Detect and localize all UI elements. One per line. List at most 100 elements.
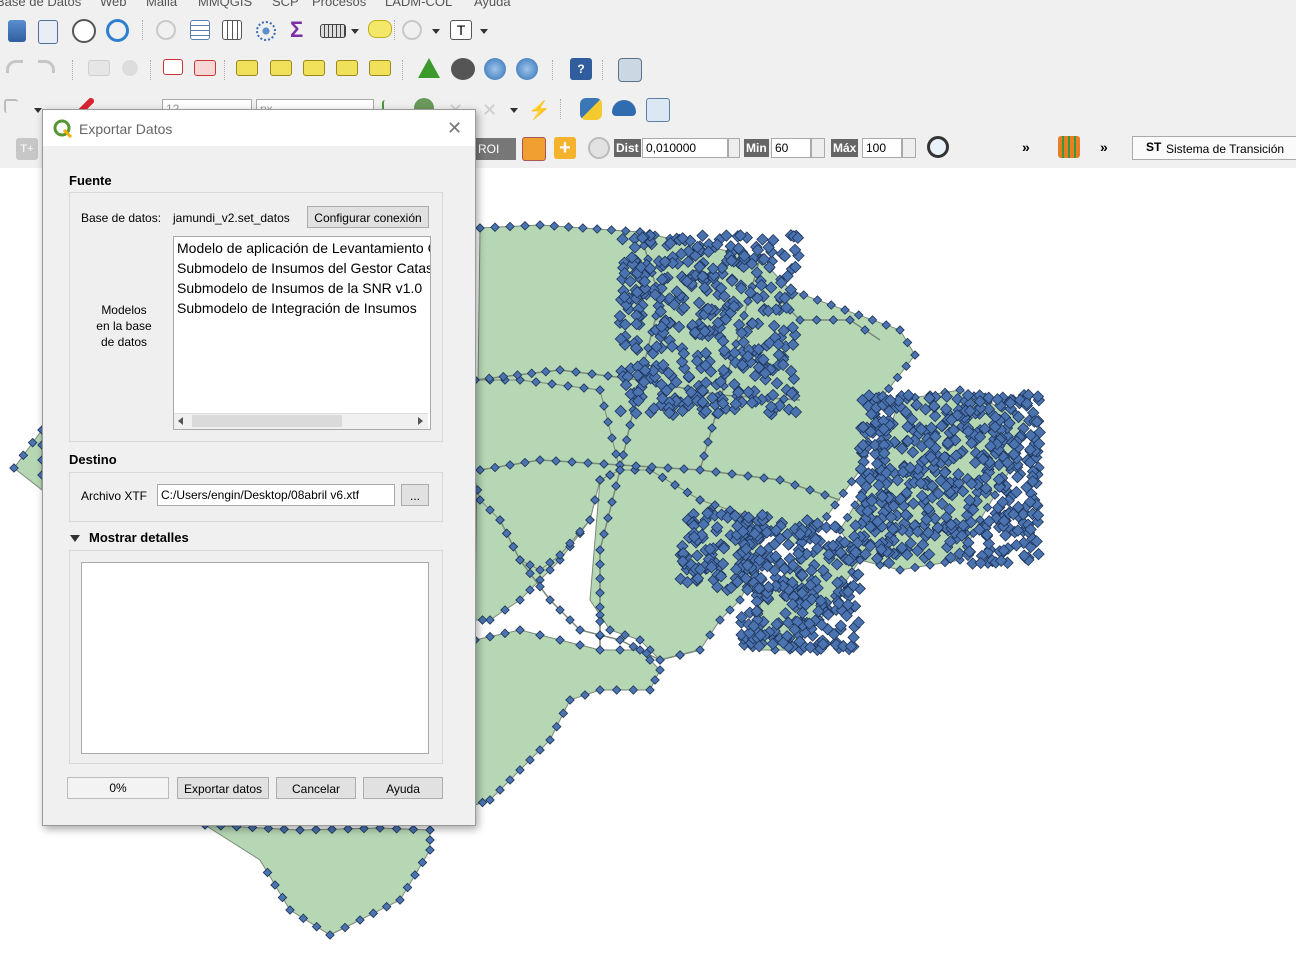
list-item[interactable]: Submodelo de Insumos del Gestor Catastra… bbox=[177, 260, 430, 276]
identify-icon[interactable] bbox=[156, 20, 176, 40]
toolbar-separator bbox=[402, 60, 405, 80]
menu-procesos[interactable]: Procesos bbox=[312, 0, 366, 9]
menu-scp[interactable]: SCP bbox=[272, 0, 299, 9]
configure-connection-button[interactable]: Configurar conexión bbox=[307, 206, 429, 228]
models-label: Modelos en la base de datos bbox=[96, 303, 152, 349]
scroll-left-icon[interactable] bbox=[178, 417, 183, 425]
chevron-down-icon[interactable] bbox=[351, 29, 359, 34]
toolbar-separator bbox=[224, 60, 227, 80]
scroll-right-icon[interactable] bbox=[418, 417, 423, 425]
chevron-down-icon[interactable] bbox=[34, 108, 42, 113]
toolbar-labels: ? bbox=[0, 50, 1296, 91]
vertex-marker bbox=[847, 631, 860, 644]
details-log[interactable] bbox=[81, 562, 429, 754]
menu-web[interactable]: Web bbox=[100, 0, 127, 9]
new-layer-icon[interactable] bbox=[8, 20, 26, 42]
toolbar-separator bbox=[560, 99, 563, 119]
roi-button[interactable]: ROI bbox=[474, 138, 516, 160]
dialog-titlebar: Exportar Datos ✕ bbox=[43, 110, 475, 146]
globe-search-icon[interactable] bbox=[516, 58, 538, 80]
chevron-down-icon[interactable] bbox=[432, 29, 440, 34]
list-item[interactable]: Submodelo de Insumos de la SNR v1.0 bbox=[177, 280, 422, 296]
clock-icon[interactable] bbox=[72, 19, 96, 43]
roi-crosshair-icon[interactable] bbox=[522, 137, 546, 161]
st-label: Sistema de Transición bbox=[1166, 142, 1285, 156]
statistics-icon[interactable] bbox=[256, 21, 276, 41]
cloud-icon[interactable] bbox=[612, 100, 636, 116]
more-tools-button[interactable]: » bbox=[1022, 139, 1030, 155]
cancel-button[interactable]: Cancelar bbox=[276, 777, 356, 799]
satellite-icon[interactable] bbox=[618, 58, 642, 82]
band-set-icon[interactable] bbox=[1058, 136, 1080, 158]
triangle-icon[interactable] bbox=[418, 58, 440, 78]
grass-icon[interactable] bbox=[646, 98, 670, 122]
menu-mmqgis[interactable]: MMQGIS bbox=[198, 0, 252, 9]
help-button[interactable]: Ayuda bbox=[363, 777, 443, 799]
label-move-icon[interactable] bbox=[303, 60, 325, 76]
browse-button[interactable]: ... bbox=[401, 484, 429, 506]
menu-malla[interactable]: Malla bbox=[146, 0, 177, 9]
measure-icon[interactable] bbox=[320, 24, 346, 38]
max-label: Máx bbox=[831, 139, 859, 157]
vertex-marker bbox=[696, 229, 709, 242]
label-rotate-icon[interactable] bbox=[336, 60, 358, 76]
menu-ayuda[interactable]: Ayuda bbox=[474, 0, 511, 9]
reload-icon[interactable] bbox=[588, 137, 610, 159]
plugin-globe-icon[interactable] bbox=[451, 58, 475, 80]
parcel-polygon[interactable] bbox=[203, 824, 431, 936]
list-item[interactable]: Modelo de aplicación de Levantamiento Ca… bbox=[177, 240, 430, 256]
text-tool-icon[interactable]: T+ bbox=[16, 138, 38, 160]
python-icon[interactable] bbox=[580, 98, 602, 120]
tooltip-icon[interactable] bbox=[368, 20, 392, 38]
max-spinner-icon[interactable] bbox=[902, 138, 916, 158]
refresh-icon[interactable] bbox=[106, 19, 129, 42]
xtf-label: Archivo XTF bbox=[81, 489, 148, 503]
globe-add-icon[interactable] bbox=[484, 58, 506, 80]
field-calculator-icon[interactable] bbox=[222, 20, 242, 40]
label-show-icon[interactable] bbox=[270, 60, 292, 76]
list-item[interactable]: Submodelo de Integración de Insumos bbox=[177, 300, 417, 316]
attribute-table-icon[interactable] bbox=[190, 20, 210, 40]
menu-base-de-datos[interactable]: Base de Datos bbox=[0, 0, 81, 9]
merge-disabled-icon: ⚡ bbox=[528, 100, 551, 120]
menu-ladm-col[interactable]: LADM-COL bbox=[385, 0, 452, 9]
label-pin-icon[interactable] bbox=[236, 60, 258, 76]
chevron-down-icon[interactable] bbox=[510, 108, 518, 113]
destino-section-title: Destino bbox=[69, 452, 117, 467]
scroll-thumb[interactable] bbox=[192, 415, 342, 427]
toolbar-separator bbox=[602, 60, 605, 80]
close-icon[interactable]: ✕ bbox=[447, 118, 462, 139]
dist-input[interactable]: 0,010000 bbox=[642, 138, 728, 158]
st-badge: ST bbox=[1146, 140, 1162, 154]
dist-spinner-icon[interactable] bbox=[728, 138, 740, 158]
plus-icon[interactable]: + bbox=[554, 137, 576, 159]
xtf-path-input[interactable] bbox=[157, 484, 395, 506]
redo-icon[interactable] bbox=[38, 60, 55, 73]
sum-icon[interactable]: Σ bbox=[290, 17, 303, 43]
export-button[interactable]: Exportar datos bbox=[177, 777, 269, 799]
help-icon[interactable]: ? bbox=[570, 58, 592, 80]
pointer-icon[interactable] bbox=[4, 99, 18, 113]
label-edit-icon[interactable] bbox=[369, 60, 391, 76]
zoom-search-icon[interactable] bbox=[927, 136, 949, 158]
undo-icon[interactable] bbox=[6, 60, 23, 73]
details-toggle[interactable]: Mostrar detalles bbox=[89, 530, 189, 545]
label-layer-icon[interactable] bbox=[163, 59, 183, 75]
chevron-down-icon[interactable] bbox=[480, 29, 488, 34]
min-spinner-icon[interactable] bbox=[811, 138, 825, 158]
st-button[interactable]: ST Sistema de Transición bbox=[1132, 136, 1296, 160]
max-input[interactable]: 100 bbox=[862, 138, 902, 158]
split-disabled-icon: ✕ bbox=[482, 100, 498, 120]
models-list[interactable]: Modelo de aplicación de Levantamiento Ca… bbox=[173, 236, 431, 430]
search-icon[interactable] bbox=[402, 20, 422, 40]
parcel-polygon[interactable] bbox=[474, 629, 661, 806]
bookmark-icon[interactable] bbox=[38, 20, 58, 44]
more-tools-button-2[interactable]: » bbox=[1100, 139, 1108, 155]
horizontal-scrollbar[interactable] bbox=[174, 413, 428, 429]
toolbar-separator bbox=[150, 60, 153, 80]
min-input[interactable]: 60 bbox=[771, 138, 811, 158]
label-red-icon[interactable] bbox=[194, 60, 216, 76]
chevron-down-icon[interactable] bbox=[70, 535, 80, 542]
text-annotation-icon[interactable]: T bbox=[450, 20, 472, 40]
dialog-title: Exportar Datos bbox=[79, 121, 173, 137]
